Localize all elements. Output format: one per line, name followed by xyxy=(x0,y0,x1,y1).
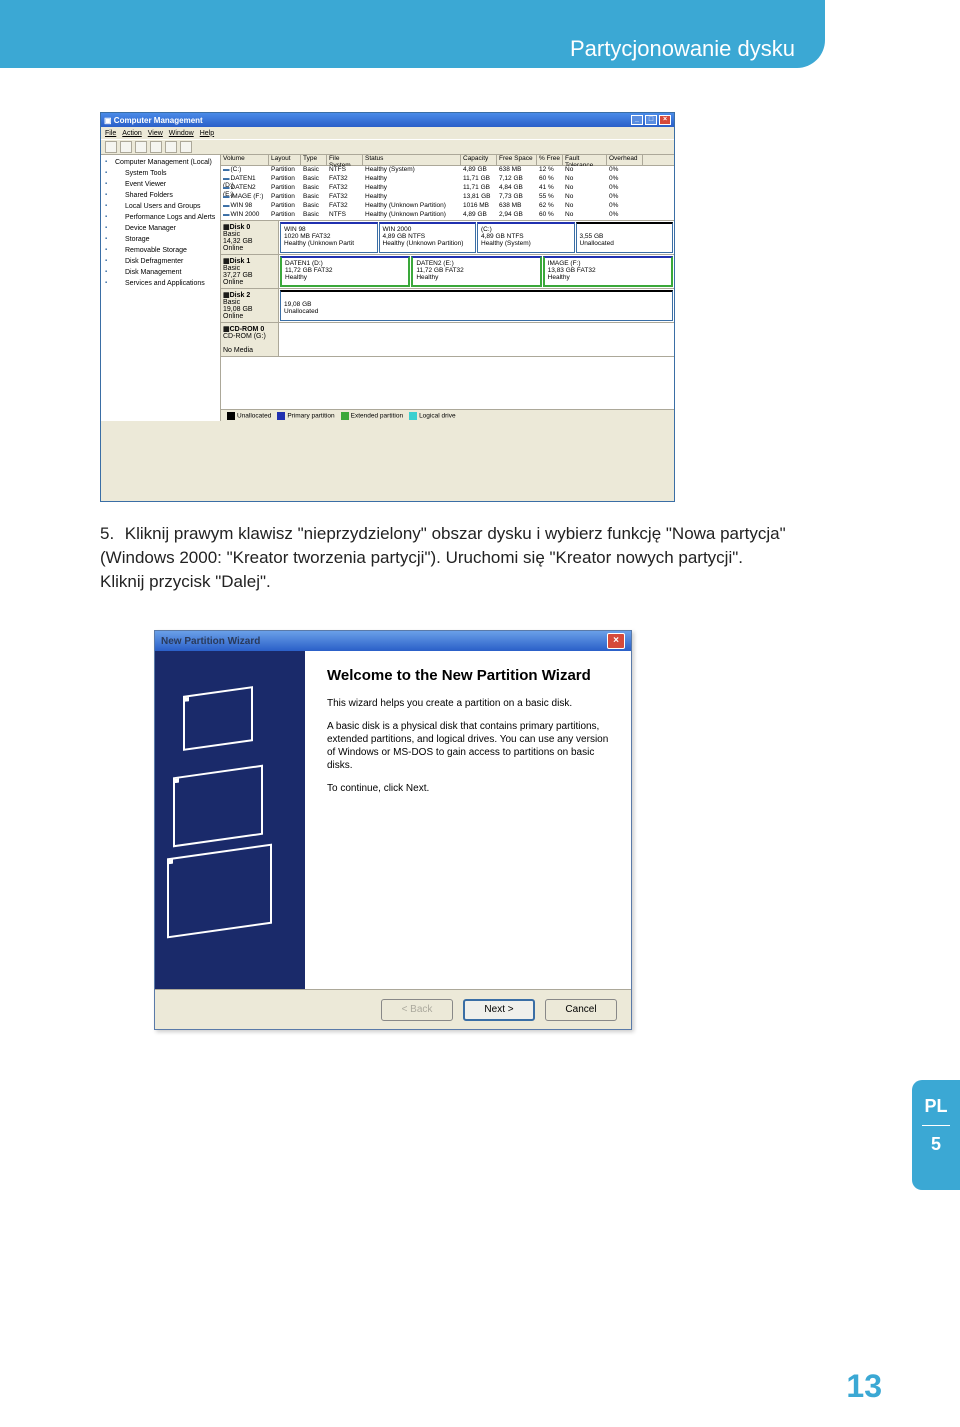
language-side-tab: PL 5 xyxy=(912,1080,960,1190)
menu-action[interactable]: Action xyxy=(122,130,141,137)
volume-list: (C:)PartitionBasicNTFSHealthy (System)4,… xyxy=(221,166,674,220)
maximize-icon[interactable]: □ xyxy=(645,115,657,125)
wizard-text: To continue, click Next. xyxy=(327,782,609,795)
tree-item[interactable]: System Tools xyxy=(103,168,218,179)
partition-block[interactable]: WIN 20004,89 GB NTFSHealthy (Unknown Par… xyxy=(379,222,477,253)
next-button[interactable]: Next > xyxy=(463,999,535,1021)
disk-row: ▦Disk 0Basic14,32 GBOnlineWIN 981020 MB … xyxy=(221,221,674,255)
disk-row: ▦CD-ROM 0CD-ROM (G:)No Media xyxy=(221,323,674,357)
nav-back-icon[interactable] xyxy=(105,141,117,153)
volume-row[interactable]: DATEN2 (E:)PartitionBasicFAT32Healthy11,… xyxy=(221,184,674,193)
minimize-icon[interactable]: _ xyxy=(631,115,643,125)
partition-block[interactable]: DATEN1 (D:)11,72 GB FAT32Healthy xyxy=(280,256,410,287)
page-number: 13 xyxy=(846,1368,882,1405)
header-title: Partycjonowanie dysku xyxy=(570,36,795,62)
tree-item[interactable]: Storage xyxy=(103,234,218,245)
tree-item[interactable]: Local Users and Groups xyxy=(103,201,218,212)
disk-legend: Unallocated Primary partition Extended par… xyxy=(221,409,674,421)
close-icon[interactable]: × xyxy=(607,633,625,649)
menu-help[interactable]: Help xyxy=(200,130,214,137)
partition-block[interactable]: DATEN2 (E:)11,72 GB FAT32Healthy xyxy=(411,256,541,287)
props-icon[interactable] xyxy=(165,141,177,153)
tree-item[interactable]: Disk Management xyxy=(103,267,218,278)
menu-file[interactable]: File xyxy=(105,130,116,137)
toolbar xyxy=(101,139,674,155)
instruction-paragraph: 5. Kliknij prawym klawisz "nieprzydzielo… xyxy=(100,522,790,594)
volume-list-header: Volume Layout Type File System Status Ca… xyxy=(221,155,674,166)
tree-item[interactable]: Shared Folders xyxy=(103,190,218,201)
navigation-tree: Computer Management (Local) System Tools… xyxy=(101,155,221,421)
wizard-heading: Welcome to the New Partition Wizard xyxy=(327,667,609,685)
legend-item: Unallocated xyxy=(227,412,271,420)
disk-row: ▦Disk 1Basic37,27 GBOnlineDATEN1 (D:)11,… xyxy=(221,255,674,289)
help-icon[interactable] xyxy=(180,141,192,153)
partition-block[interactable]: 3,55 GBUnallocated xyxy=(576,222,674,253)
partition-block[interactable]: 19,08 GBUnallocated xyxy=(280,290,673,321)
menu-bar: File Action View Window Help xyxy=(101,127,674,139)
tree-item[interactable]: Device Manager xyxy=(103,223,218,234)
nav-fwd-icon[interactable] xyxy=(120,141,132,153)
legend-item: Logical drive xyxy=(409,412,456,420)
volume-row[interactable]: DATEN1 (D:)PartitionBasicFAT32Healthy11,… xyxy=(221,175,674,184)
legend-item: Extended partition xyxy=(341,412,403,420)
volume-row[interactable]: WIN 2000PartitionBasicNTFSHealthy (Unkno… xyxy=(221,211,674,220)
up-icon[interactable] xyxy=(135,141,147,153)
volume-row[interactable]: IMAGE (F:)PartitionBasicFAT32Healthy13,8… xyxy=(221,193,674,202)
language-label: PL xyxy=(912,1096,960,1117)
wizard-text: A basic disk is a physical disk that con… xyxy=(327,720,609,772)
menu-view[interactable]: View xyxy=(148,130,163,137)
partition-block[interactable]: WIN 981020 MB FAT32Healthy (Unknown Part… xyxy=(280,222,378,253)
wizard-sidebar-graphic xyxy=(155,651,305,989)
partition-block[interactable]: IMAGE (F:)13,83 GB FAT32Healthy xyxy=(543,256,673,287)
partition-block[interactable]: (C:)4,89 GB NTFSHealthy (System) xyxy=(477,222,575,253)
step-text: Kliknij prawym klawisz "nieprzydzielony"… xyxy=(100,524,786,591)
menu-window[interactable]: Window xyxy=(169,130,194,137)
cancel-button[interactable]: Cancel xyxy=(545,999,617,1021)
chapter-label: 5 xyxy=(912,1134,960,1155)
window-icon: ▣ xyxy=(104,116,112,125)
tree-item[interactable]: Services and Applications xyxy=(103,278,218,289)
volume-row[interactable]: WIN 98PartitionBasicFAT32Healthy (Unknow… xyxy=(221,202,674,211)
tree-item[interactable]: Removable Storage xyxy=(103,245,218,256)
window-title: Computer Management xyxy=(114,116,203,125)
volume-row[interactable]: (C:)PartitionBasicNTFSHealthy (System)4,… xyxy=(221,166,674,175)
page-header-tab: Partycjonowanie dysku xyxy=(0,0,825,68)
wizard-title: New Partition Wizard xyxy=(161,636,260,647)
computer-management-screenshot: ▣ Computer Management _ □ × File Action … xyxy=(100,112,675,502)
new-partition-wizard-screenshot: New Partition Wizard × Welcome to the Ne… xyxy=(154,630,632,1030)
refresh-icon[interactable] xyxy=(150,141,162,153)
disk-row: ▦Disk 2Basic19,08 GBOnline19,08 GBUnallo… xyxy=(221,289,674,323)
disk-graph: ▦Disk 0Basic14,32 GBOnlineWIN 981020 MB … xyxy=(221,220,674,409)
tree-item[interactable]: Disk Defragmenter xyxy=(103,256,218,267)
step-number: 5. xyxy=(100,522,120,546)
tree-item[interactable]: Event Viewer xyxy=(103,179,218,190)
tree-item[interactable]: Computer Management (Local) xyxy=(103,157,218,168)
legend-item: Primary partition xyxy=(277,412,334,420)
back-button[interactable]: < Back xyxy=(381,999,453,1021)
close-icon[interactable]: × xyxy=(659,115,671,125)
wizard-text: This wizard helps you create a partition… xyxy=(327,697,609,710)
tree-item[interactable]: Performance Logs and Alerts xyxy=(103,212,218,223)
